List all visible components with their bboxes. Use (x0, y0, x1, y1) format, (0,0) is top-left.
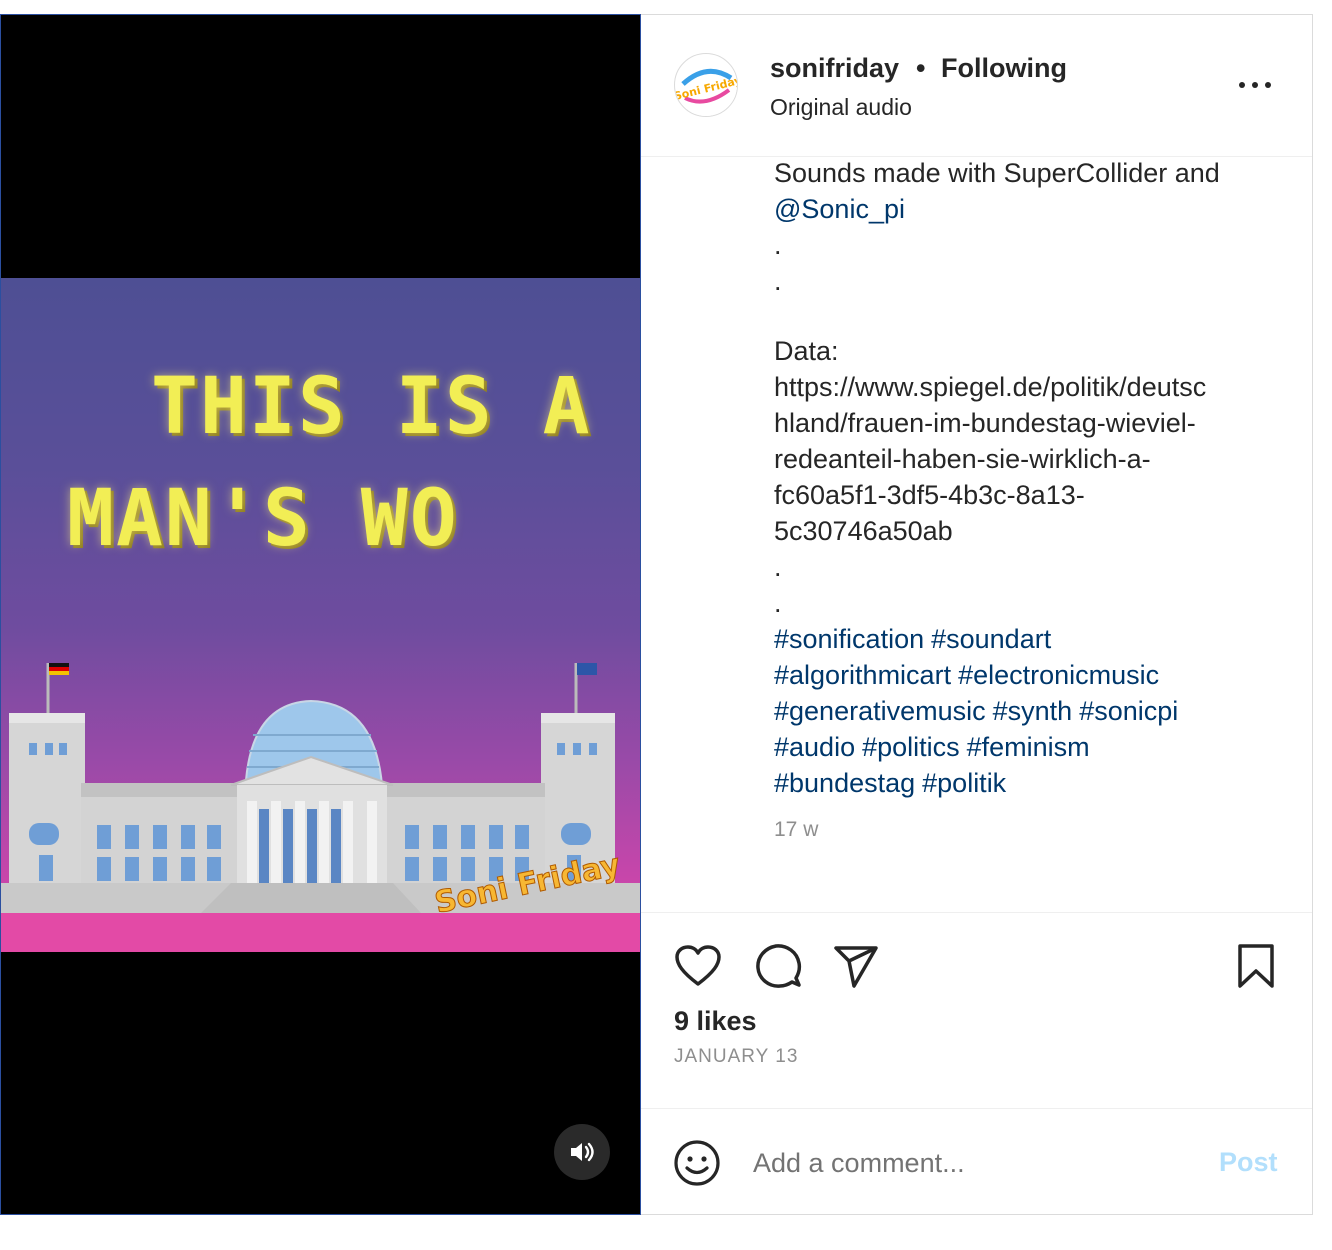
hashtag-link[interactable]: #generativemusic (774, 696, 986, 726)
save-button[interactable] (1231, 941, 1281, 991)
action-bar: 9 likes JANUARY 13 (641, 912, 1312, 1108)
hashtag-link[interactable]: #bundestag (774, 768, 915, 798)
url-line: hland/frauen-im-bundestag-wieviel- (774, 408, 1196, 438)
video-frame[interactable]: THIS IS A MAN'S WO Soni Friday (1, 278, 640, 952)
original-audio-link[interactable]: Original audio (770, 94, 912, 121)
hashtag-link[interactable]: #sonicpi (1079, 696, 1178, 726)
caption-dot: . (774, 552, 782, 582)
speaker-icon (571, 1142, 594, 1162)
like-button[interactable] (673, 941, 723, 991)
caption-timestamp: 17 w (774, 818, 819, 841)
hashtag-link[interactable]: #synth (993, 696, 1073, 726)
hashtag-link[interactable]: #politik (922, 768, 1006, 798)
comment-button[interactable] (753, 941, 803, 991)
caption-dot: . (774, 266, 782, 296)
video-title-line-1: THIS IS A (151, 362, 592, 452)
likes-count[interactable]: 9 likes (674, 1006, 757, 1037)
post-caption: Sounds made with SuperCollider and @Soni… (774, 155, 1274, 801)
hashtag-link[interactable]: #feminism (967, 732, 1090, 762)
url-line: redeanteil-haben-sie-wirklich-a- (774, 444, 1151, 474)
send-icon (834, 946, 878, 988)
hashtag-link[interactable]: #sonification (774, 624, 924, 654)
heart-icon (675, 945, 721, 986)
post-side-panel: Soni Friday sonifriday • Following Origi… (641, 14, 1313, 1215)
sound-toggle-button[interactable] (554, 1124, 610, 1180)
post-date: JANUARY 13 (674, 1046, 799, 1067)
comment-bar: Post (641, 1108, 1312, 1216)
more-icon (1239, 82, 1271, 88)
avatar-logo: Soni Friday (675, 55, 737, 116)
hashtag-link[interactable]: #politics (862, 732, 960, 762)
bookmark-icon (1238, 944, 1274, 988)
comment-icon (756, 944, 802, 988)
caption-dot: . (774, 588, 782, 618)
url-line: https://www.spiegel.de/politik/deutsc (774, 372, 1207, 402)
data-label: Data: (774, 336, 839, 366)
comment-input[interactable] (753, 1139, 1193, 1187)
emoji-button[interactable] (673, 1139, 721, 1187)
caption-text: Sounds made with SuperCollider and (774, 158, 1220, 188)
reichstag-illustration: Soni Friday (1, 663, 640, 952)
hashtag-link[interactable]: #audio (774, 732, 855, 762)
url-line: 5c30746a50ab (774, 516, 953, 546)
post-comment-button[interactable]: Post (1219, 1147, 1278, 1178)
video-title-line-2: MAN'S WO (67, 474, 459, 564)
username-link[interactable]: sonifriday (770, 53, 899, 84)
emoji-icon (674, 1140, 720, 1186)
hashtag-link[interactable]: #soundart (931, 624, 1051, 654)
hashtag-link[interactable]: #algorithmicart (774, 660, 951, 690)
url-line: fc60a5f1-3df5-4b3c-8a13- (774, 480, 1085, 510)
share-button[interactable] (831, 941, 881, 991)
following-button[interactable]: Following (941, 53, 1067, 84)
post-media[interactable]: THIS IS A MAN'S WO Soni Friday (0, 14, 641, 1215)
avatar[interactable]: Soni Friday (674, 53, 738, 117)
mention-link[interactable]: @Sonic_pi (774, 194, 905, 224)
post-header: Soni Friday sonifriday • Following Origi… (641, 15, 1312, 157)
separator-dot: • (916, 53, 926, 83)
hashtag-link[interactable]: #electronicmusic (958, 660, 1159, 690)
caption-dot: . (774, 230, 782, 260)
more-options-button[interactable] (1233, 69, 1277, 101)
